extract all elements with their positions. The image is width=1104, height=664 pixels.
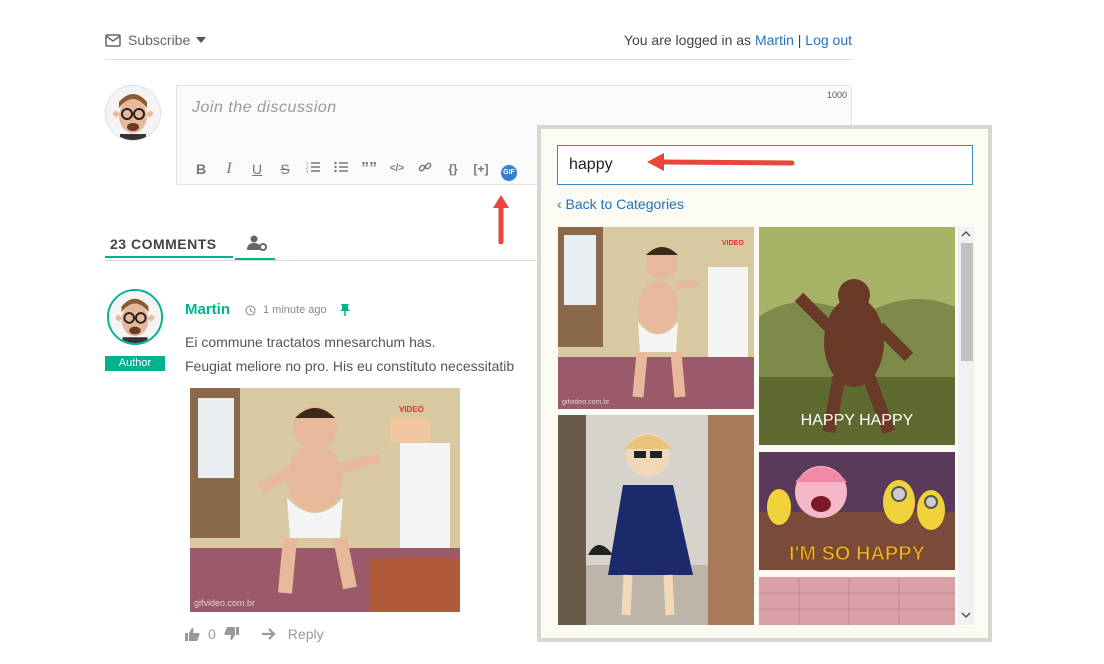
reply-button[interactable]: Reply: [288, 626, 324, 642]
curly-braces-button[interactable]: {}: [439, 160, 467, 178]
dancing-gorilla-gif: HAPPY HAPPY: [759, 227, 955, 445]
ordered-list-button[interactable]: 123: [299, 160, 327, 178]
link-button[interactable]: [411, 160, 439, 178]
separator: |: [797, 32, 802, 48]
gif-icon: GIF: [501, 165, 517, 181]
top-bar: Subscribe You are logged in as Martin | …: [105, 28, 852, 60]
scroll-up-icon[interactable]: [961, 230, 971, 238]
underline-button[interactable]: U: [243, 160, 271, 178]
annotation-arrow-left-icon: [647, 153, 795, 171]
editor-placeholder: Join the discussion: [192, 99, 337, 116]
dancing-baby-gif: VIDEO gifvideo.com.br: [558, 227, 754, 409]
avatar-face-icon: [106, 86, 160, 140]
dancing-girl-gif: [558, 415, 754, 625]
gif-caption: HAPPY HAPPY: [801, 412, 914, 429]
gif-logo: VIDEO: [722, 240, 744, 247]
vote-count: 0: [208, 626, 216, 642]
comment-text-line: Feugiat meliore no pro. His eu constitut…: [185, 358, 515, 374]
unordered-list-button[interactable]: [327, 160, 355, 178]
svg-text:3: 3: [306, 169, 309, 174]
scrollbar-thumb[interactable]: [961, 243, 973, 361]
gif-results-scrollbar[interactable]: [958, 227, 974, 625]
editor-toolbar: B I U S 123 ”” </> {} [+] GIF: [187, 160, 523, 181]
comment-gif-image[interactable]: VIDEO gifvideo.com.br: [190, 388, 460, 612]
scroll-down-icon[interactable]: [961, 611, 971, 619]
quote-button[interactable]: ””: [355, 160, 383, 178]
logged-in-text: You are logged in as: [623, 32, 752, 48]
pink-tiles-gif: [759, 577, 955, 625]
bold-button[interactable]: B: [187, 160, 215, 178]
thumbs-up-icon[interactable]: [185, 627, 200, 641]
link-icon: [418, 162, 432, 172]
gif-picker-popup: ‹ Back to Categories VIDEO gifvideo.com.…: [537, 125, 992, 642]
code-button[interactable]: </>: [383, 160, 411, 178]
tab-comments[interactable]: 23 COMMENTS: [105, 232, 233, 258]
comment-actions: 0 Reply: [185, 626, 324, 642]
gif-logo: VIDEO: [399, 405, 424, 414]
gif-results-grid: VIDEO gifvideo.com.br HAPPY HAPPY I'M SO…: [558, 227, 958, 625]
comment-time-text: 1 minute ago: [263, 304, 327, 316]
comment-time[interactable]: 1 minute ago: [245, 303, 351, 317]
gif-result-tile[interactable]: HAPPY HAPPY: [759, 227, 955, 445]
comments-tabs: 23 COMMENTS: [105, 232, 537, 261]
dancing-baby-image: VIDEO gifvideo.com.br: [190, 388, 460, 612]
caret-down-icon: [196, 37, 207, 43]
ordered-list-icon: 123: [306, 161, 320, 174]
gif-result-tile[interactable]: VIDEO gifvideo.com.br: [558, 227, 754, 409]
strikethrough-button[interactable]: S: [271, 160, 299, 178]
thumbs-down-icon[interactable]: [224, 627, 239, 641]
tab-users[interactable]: [235, 232, 275, 260]
gif-result-tile[interactable]: I'M SO HAPPY: [759, 452, 955, 570]
gif-result-tile[interactable]: [558, 415, 754, 625]
gif-result-tile[interactable]: [759, 577, 955, 625]
gif-watermark: gifvideo.com.br: [562, 399, 610, 406]
italic-button[interactable]: I: [215, 160, 243, 178]
im-so-happy-gif: I'M SO HAPPY: [759, 452, 955, 570]
gif-watermark: gifvideo.com.br: [194, 598, 255, 608]
clock-icon: [245, 304, 256, 316]
avatar-face-icon: [109, 291, 161, 343]
subscribe-dropdown[interactable]: Subscribe: [105, 32, 207, 48]
gif-caption: I'M SO HAPPY: [789, 543, 926, 565]
unordered-list-icon: [334, 161, 348, 173]
logout-link[interactable]: Log out: [805, 32, 852, 48]
comment-avatar: [107, 289, 163, 345]
back-to-categories-link[interactable]: ‹ Back to Categories: [557, 196, 684, 212]
gif-button[interactable]: GIF: [495, 160, 523, 181]
reply-arrow-icon[interactable]: [261, 627, 279, 641]
login-info: You are logged in as Martin | Log out: [624, 32, 852, 48]
spoiler-button[interactable]: [+]: [467, 160, 495, 178]
pin-icon: [339, 304, 350, 316]
char-limit: 1000: [826, 90, 847, 100]
envelope-icon: [105, 33, 121, 47]
username-link[interactable]: Martin: [755, 32, 794, 48]
comment-text-line: Ei commune tractatos mnesarchum has.: [185, 334, 436, 350]
avatar: [105, 85, 161, 141]
subscribe-label: Subscribe: [128, 32, 191, 48]
comment-author[interactable]: Martin: [185, 301, 230, 318]
author-badge: Author: [105, 356, 165, 371]
user-gear-icon: [247, 235, 267, 251]
